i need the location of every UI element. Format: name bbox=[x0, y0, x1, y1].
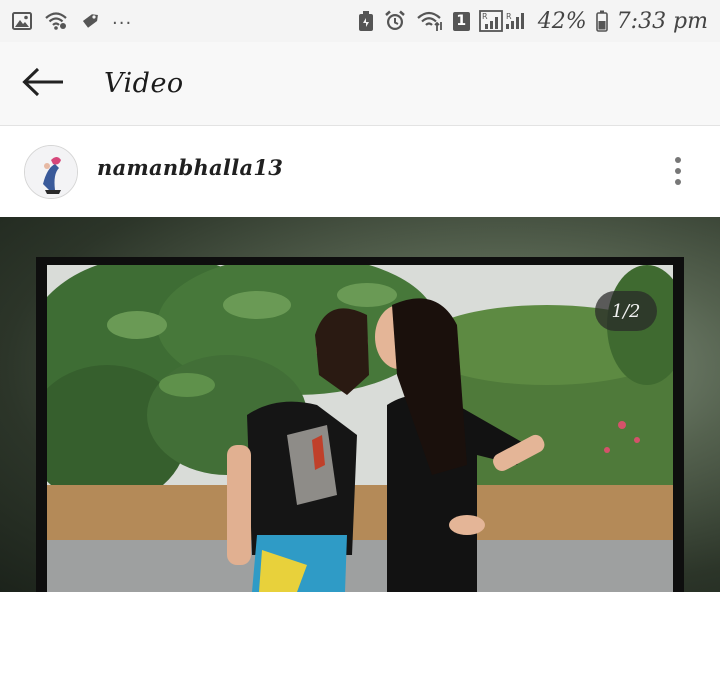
image-icon bbox=[12, 12, 32, 30]
arrow-left-icon bbox=[21, 66, 65, 102]
battery-icon bbox=[595, 10, 608, 32]
video-player[interactable]: 1/2 bbox=[0, 217, 720, 592]
post-header: namanbhalla13 bbox=[0, 127, 720, 217]
post-content-area bbox=[0, 592, 720, 694]
video-frame: 1/2 bbox=[36, 257, 684, 592]
tag-icon bbox=[80, 11, 100, 31]
more-vertical-icon bbox=[675, 157, 681, 163]
wifi-calling-icon bbox=[416, 10, 444, 32]
post-username[interactable]: namanbhalla13 bbox=[97, 155, 283, 180]
battery-saver-icon bbox=[358, 10, 374, 32]
status-time: 7:33 pm bbox=[616, 8, 708, 34]
avatar[interactable] bbox=[24, 145, 78, 199]
app-bar: Video bbox=[0, 42, 720, 126]
sim-badge: 1 bbox=[452, 11, 470, 31]
alarm-icon bbox=[383, 9, 407, 33]
back-button[interactable] bbox=[0, 42, 86, 126]
media-page-indicator: 1/2 bbox=[595, 291, 657, 331]
status-bar-left: ... bbox=[12, 7, 133, 31]
svg-text:R: R bbox=[482, 12, 488, 21]
status-bar-right: 1 RR 42% 7:33 pm bbox=[358, 9, 708, 34]
status-bar: ... 1 RR 42% 7:33 pm bbox=[0, 0, 720, 42]
video-thumbnail: 1/2 bbox=[47, 265, 673, 592]
more-options-button[interactable] bbox=[664, 153, 692, 189]
battery-percent: 42% bbox=[537, 8, 587, 34]
signal-icon: RR bbox=[478, 9, 529, 33]
page-title: Video bbox=[104, 68, 184, 99]
status-overflow-text: ... bbox=[112, 7, 133, 29]
svg-text:R: R bbox=[506, 12, 512, 21]
wifi-icon bbox=[44, 11, 68, 31]
